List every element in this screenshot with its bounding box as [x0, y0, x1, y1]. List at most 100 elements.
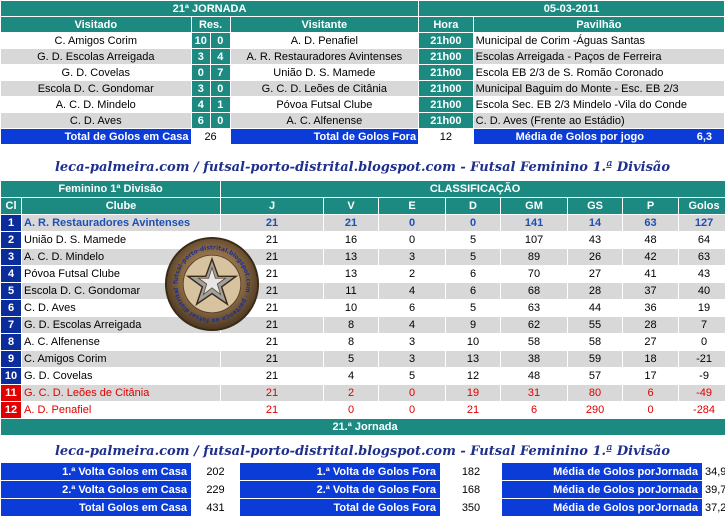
standings-row: 6 C. D. Aves 21 10 6 5 63 44 36 19: [1, 300, 725, 316]
standing-wins: 10: [324, 300, 379, 316]
round-date: 05-03-2011: [419, 1, 724, 16]
standing-draws: 3: [379, 334, 446, 350]
standings-row: 1 A. R. Restauradores Avintenses 21 21 0 0 141…: [1, 215, 725, 231]
summary-row: 2.ª Volta Golos em Casa 229 2.ª Volta de G…: [1, 481, 725, 498]
standing-losses: 10: [446, 334, 501, 350]
home-team: G. D. Covelas: [1, 65, 191, 80]
summary-avg-value: 37,2: [703, 499, 725, 516]
standing-draws: 3: [379, 249, 446, 265]
standing-draws: 0: [379, 402, 446, 418]
standing-losses: 9: [446, 317, 501, 333]
standing-played: 21: [221, 351, 324, 367]
away-team: A. R. Restauradores Avintenses: [230, 49, 419, 64]
standings-row: 12 A. D. Penafiel 21 0 0 21 6 290 0 -284: [1, 402, 725, 418]
home-goals-value: 26: [191, 129, 230, 144]
standing-losses: 12: [446, 368, 501, 384]
away-team: União D. S. Mamede: [230, 65, 419, 80]
round-footer: 21.ª Jornada: [1, 419, 725, 435]
standings-row: 3 A. C. D. Mindelo 21 13 3 5 89 26 42 63: [1, 249, 725, 265]
home-team: A. C. D. Mindelo: [1, 97, 191, 112]
summary-away-value: 168: [441, 481, 501, 498]
classification-title: CLASSIFICAÇÃO: [221, 181, 725, 197]
summary-rows: 1.ª Volta Golos em Casa 202 1.ª Volta de G…: [1, 463, 725, 516]
away-team: Póvoa Futsal Clube: [230, 97, 419, 112]
away-score: 0: [211, 81, 230, 96]
col-p: P: [623, 198, 679, 214]
avg-goals-cell: Média de Golos por jogo 6,3: [473, 129, 724, 144]
match-venue: Municipal de Corim -Águas Santas: [473, 33, 724, 48]
standing-losses: 6: [446, 266, 501, 282]
standing-position: 7: [1, 317, 21, 333]
round-header-row: 21ª JORNADA 05-03-2011: [1, 1, 724, 16]
home-score: 3: [191, 81, 211, 96]
match-time: 21h00: [419, 33, 473, 48]
standing-goals-for: 38: [501, 351, 568, 367]
standing-position: 6: [1, 300, 21, 316]
standing-points: 36: [623, 300, 679, 316]
standing-goals-against: 58: [568, 334, 623, 350]
home-team: Escola D. C. Gondomar: [1, 81, 191, 96]
away-score: 4: [211, 49, 230, 64]
away-goals-label: Total de Golos Fora: [230, 129, 419, 144]
standing-played: 21: [221, 402, 324, 418]
summary-home-value: 431: [192, 499, 239, 516]
match-venue: Municipal Baguim do Monte - Esc. EB 2/3: [473, 81, 724, 96]
standing-goals-against: 43: [568, 232, 623, 248]
match-time: 21h00: [419, 113, 473, 128]
standing-draws: 3: [379, 351, 446, 367]
standing-goal-difference: -9: [679, 368, 725, 384]
summary-home-value: 229: [192, 481, 239, 498]
standing-points: 48: [623, 232, 679, 248]
totals-row: Total de Golos em Casa 26 Total de Golos…: [1, 129, 724, 144]
standing-goals-for: 141: [501, 215, 568, 231]
summary-row: Total Golos em Casa 431 Total de Golos For…: [1, 499, 725, 516]
match-venue: Escola EB 2/3 de S. Romão Coronado: [473, 65, 724, 80]
standing-club: A. C. Alfenense: [22, 334, 221, 350]
standing-wins: 0: [324, 402, 379, 418]
club-emblem-logo: futsal-porto-distrital.blogspot.com · pe…: [164, 236, 260, 332]
home-score: 4: [191, 97, 211, 112]
standing-goals-against: 57: [568, 368, 623, 384]
standing-goals-for: 70: [501, 266, 568, 282]
standing-wins: 5: [324, 351, 379, 367]
standing-goal-difference: 64: [679, 232, 725, 248]
summary-home-label: 2.ª Volta Golos em Casa: [1, 481, 191, 498]
standing-points: 27: [623, 334, 679, 350]
standing-goals-for: 107: [501, 232, 568, 248]
classification-column-header: Cl Clube J V E D GM GS P Golos: [1, 198, 725, 214]
avg-goals-label: Média de Golos por jogo: [515, 130, 644, 143]
standing-points: 0: [623, 402, 679, 418]
standing-goal-difference: 40: [679, 283, 725, 299]
standings-row: 9 C. Amigos Corim 21 5 3 13 38 59 18 -21: [1, 351, 725, 367]
summary-table: 1.ª Volta Golos em Casa 202 1.ª Volta de G…: [0, 462, 725, 517]
standing-wins: 4: [324, 368, 379, 384]
standing-losses: 5: [446, 249, 501, 265]
standing-points: 28: [623, 317, 679, 333]
standing-goal-difference: 63: [679, 249, 725, 265]
home-score: 6: [191, 113, 211, 128]
standing-losses: 21: [446, 402, 501, 418]
matches-column-header: Visitado Res. Visitante Hora Pavilhão: [1, 17, 724, 32]
standing-played: 21: [221, 385, 324, 401]
standing-wins: 8: [324, 317, 379, 333]
standing-losses: 5: [446, 232, 501, 248]
away-team: A. C. Alfenense: [230, 113, 419, 128]
home-score: 0: [191, 65, 211, 80]
matches-table: 21ª JORNADA 05-03-2011 Visitado Res. Vis…: [0, 0, 725, 145]
standing-points: 63: [623, 215, 679, 231]
col-venue: Pavilhão: [473, 17, 724, 32]
summary-avg-label: Média de Golos porJornada: [502, 463, 702, 480]
summary-away-label: 2.ª Volta de Golos Fora: [240, 481, 440, 498]
standing-losses: 5: [446, 300, 501, 316]
site-banner-top: leca-palmeira.com / futsal-porto-distrit…: [0, 158, 725, 178]
standing-draws: 0: [379, 215, 446, 231]
standing-losses: 13: [446, 351, 501, 367]
col-away: Visitante: [230, 17, 419, 32]
classification-title-row: Feminino 1ª Divisão CLASSIFICAÇÃO: [1, 181, 725, 197]
home-team: C. Amigos Corim: [1, 33, 191, 48]
standing-wins: 2: [324, 385, 379, 401]
standing-club: G. C. D. Leões de Citânia: [22, 385, 221, 401]
home-team: G. D. Escolas Arreigada: [1, 49, 191, 64]
standing-draws: 4: [379, 283, 446, 299]
division-label: Feminino 1ª Divisão: [1, 181, 221, 197]
